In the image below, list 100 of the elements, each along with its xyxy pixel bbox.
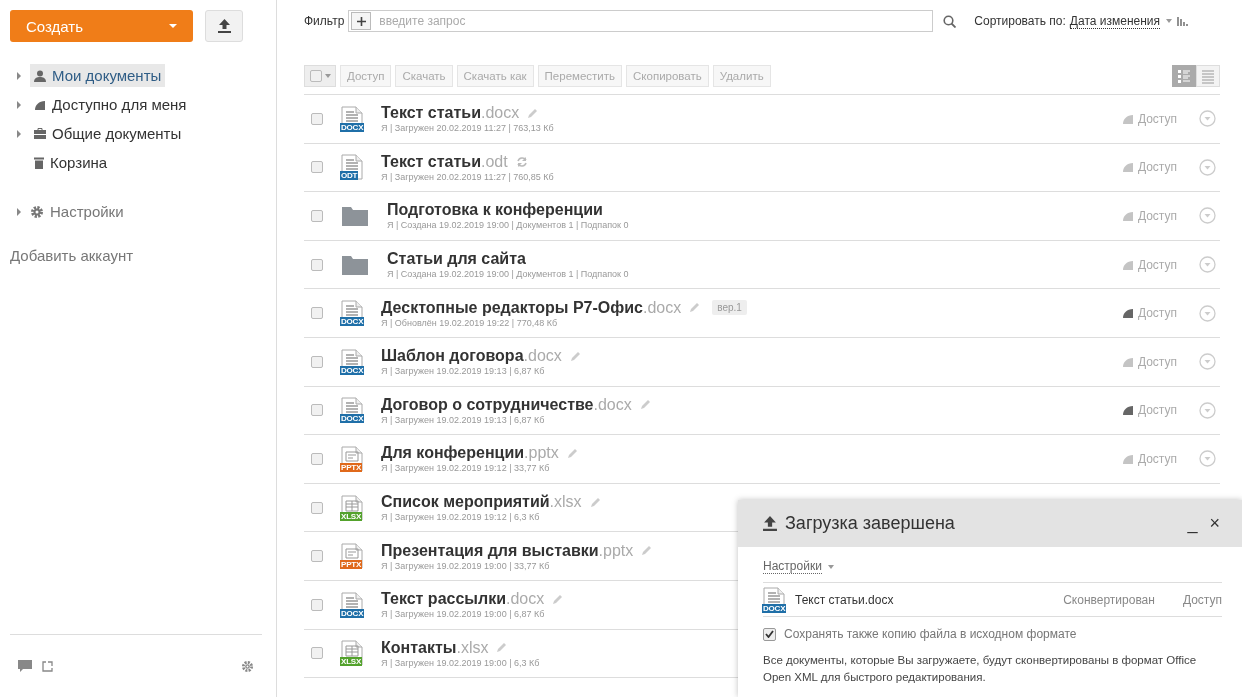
docx-file-icon: DOCX	[341, 591, 363, 618]
row-checkbox[interactable]	[311, 258, 323, 271]
filter-field[interactable]: введите запрос	[348, 10, 934, 32]
file-meta: Я | Загружен 19.02.2019 19:13 | 6,87 Кб	[381, 414, 546, 425]
settings-link[interactable]: Настройки	[763, 559, 822, 574]
docx-file-icon: DOCX	[341, 300, 363, 327]
sidebar-item[interactable]: Доступно для меня	[30, 93, 191, 116]
row-checkbox[interactable]	[311, 355, 323, 368]
search-icon[interactable]	[943, 14, 957, 28]
file-meta: Я | Загружен 19.02.2019 19:12 | 33,77 Кб	[381, 463, 551, 474]
file-name[interactable]: Текст статьи.docx	[381, 104, 520, 123]
file-meta: Я | Загружен 19.02.2019 19:13 | 6,87 Кб	[381, 366, 546, 377]
pencil-icon[interactable]	[689, 302, 701, 314]
row-checkbox[interactable]	[311, 501, 323, 514]
docx-file-icon: DOCX	[341, 348, 363, 375]
panel-title: Загрузка завершена	[785, 513, 955, 534]
file-name[interactable]: Контакты.xlsx	[381, 638, 489, 657]
filter-label: Фильтр	[304, 14, 345, 28]
expand-icon[interactable]	[42, 660, 53, 672]
sort-dropdown[interactable]: Дата изменения	[1069, 13, 1161, 29]
sidebar-item[interactable]: Общие документы	[30, 122, 186, 145]
settings-link[interactable]: Настройки	[50, 203, 124, 220]
row-checkbox[interactable]	[311, 161, 323, 174]
chat-icon[interactable]	[18, 660, 32, 672]
dropdown-circle-icon[interactable]	[1199, 401, 1216, 419]
expand-arrow-icon[interactable]	[17, 207, 21, 216]
caret-icon[interactable]	[1166, 19, 1173, 23]
row-checkbox[interactable]	[311, 598, 323, 611]
sort-label: Сортировать по:	[974, 14, 1066, 28]
file-name[interactable]: Шаблон договора.docx	[381, 347, 562, 366]
briefcase-icon	[34, 128, 46, 139]
file-meta: Я | Загружен 19.02.2019 19:12 | 6,3 Кб	[381, 512, 541, 523]
dropdown-circle-icon[interactable]	[1199, 158, 1216, 176]
pencil-icon[interactable]	[552, 593, 564, 605]
file-name[interactable]: Презентация для выставки.pptx	[381, 541, 634, 560]
add-filter-button[interactable]	[351, 12, 372, 30]
pencil-icon[interactable]	[639, 399, 651, 411]
checkbox[interactable]	[763, 627, 776, 641]
file-name[interactable]: Договор о сотрудничестве.docx	[381, 395, 632, 414]
dropdown-circle-icon[interactable]	[1199, 450, 1216, 468]
dropdown-circle-icon[interactable]	[1199, 353, 1216, 371]
pencil-icon[interactable]	[527, 107, 539, 119]
pencil-icon[interactable]	[569, 350, 581, 362]
row-checkbox[interactable]	[311, 307, 323, 320]
upload-icon	[217, 19, 231, 33]
file-name[interactable]: Текст рассылки.docx	[381, 590, 545, 609]
file-name[interactable]: Десктопные редакторы Р7-Офис.docx	[381, 298, 682, 317]
plus-icon	[356, 16, 366, 26]
checkbox-label: Сохранять также копию файла в исходном формате	[784, 627, 1077, 641]
file-meta: Я | Загружен 19.02.2019 19:00 | 6,87 Кб	[381, 609, 546, 620]
file-meta: Я | Загружен 19.02.2019 19:00 | 6,3 Кб	[381, 657, 540, 668]
close-button[interactable]: ×	[1207, 513, 1222, 534]
share-icon	[34, 99, 46, 110]
pptx-file-icon: PPTX	[341, 445, 363, 472]
pencil-icon[interactable]	[641, 545, 653, 557]
file-name[interactable]: Список мероприятий.xlsx	[381, 493, 582, 512]
row-checkbox[interactable]	[311, 452, 323, 465]
sync-icon[interactable]	[515, 155, 528, 168]
file-name[interactable]: Статьи для сайта	[387, 250, 526, 269]
file-meta: Я | Загружен 19.02.2019 19:00 | 33,77 Кб	[381, 560, 551, 571]
sidebar-item[interactable]: Корзина	[30, 151, 112, 174]
file-meta: Я | Обновлён 19.02.2019 19:22 | 770,48 Кб	[381, 317, 559, 328]
xlsx-file-icon: XLSX	[341, 640, 363, 667]
caret-icon[interactable]	[827, 564, 834, 569]
row-checkbox[interactable]	[311, 550, 323, 563]
pencil-icon[interactable]	[496, 642, 508, 654]
sort-order-icon[interactable]	[1177, 16, 1189, 26]
select-all-checkbox[interactable]	[304, 65, 336, 87]
share-link[interactable]: Доступ	[1182, 592, 1222, 607]
docx-file-icon: DOCX	[763, 586, 785, 613]
view-toggle[interactable]	[1172, 65, 1196, 87]
list-icon	[1201, 68, 1215, 84]
dropdown-circle-icon[interactable]	[1199, 304, 1216, 322]
row-checkbox[interactable]	[311, 647, 323, 660]
row-checkbox[interactable]	[311, 210, 323, 222]
pencil-icon[interactable]	[566, 447, 578, 459]
trash-icon	[34, 156, 44, 169]
pencil-icon[interactable]	[589, 496, 601, 508]
row-checkbox[interactable]	[311, 112, 323, 125]
docx-file-icon: DOCX	[341, 397, 363, 424]
file-name[interactable]: Подготовка к конференции	[387, 201, 603, 220]
minimize-button[interactable]: _	[1185, 513, 1200, 534]
expand-arrow-icon[interactable]	[17, 100, 21, 109]
file-name[interactable]: Текст статьи.odt	[381, 152, 508, 171]
expand-arrow-icon[interactable]	[17, 129, 21, 138]
settings-icon[interactable]	[30, 204, 44, 219]
add-account-link[interactable]: Добавить аккаунт	[10, 247, 262, 264]
expand-arrow-icon[interactable]	[17, 71, 21, 80]
upload-button[interactable]	[205, 10, 243, 42]
settings-icon[interactable]	[241, 659, 254, 673]
dropdown-circle-icon[interactable]	[1199, 207, 1216, 225]
folder-icon	[341, 253, 369, 276]
file-name[interactable]: Для конференции.pptx	[381, 444, 559, 463]
dropdown-circle-icon[interactable]	[1199, 256, 1216, 274]
row-checkbox[interactable]	[311, 404, 323, 417]
person-icon	[34, 69, 46, 82]
sidebar-item[interactable]: Мои документы	[30, 64, 166, 87]
dropdown-circle-icon[interactable]	[1199, 110, 1216, 128]
upload-icon	[763, 516, 777, 531]
file-meta: Я | Создана 19.02.2019 19:00 | Документов 1 | Подпапок 0	[387, 220, 629, 231]
